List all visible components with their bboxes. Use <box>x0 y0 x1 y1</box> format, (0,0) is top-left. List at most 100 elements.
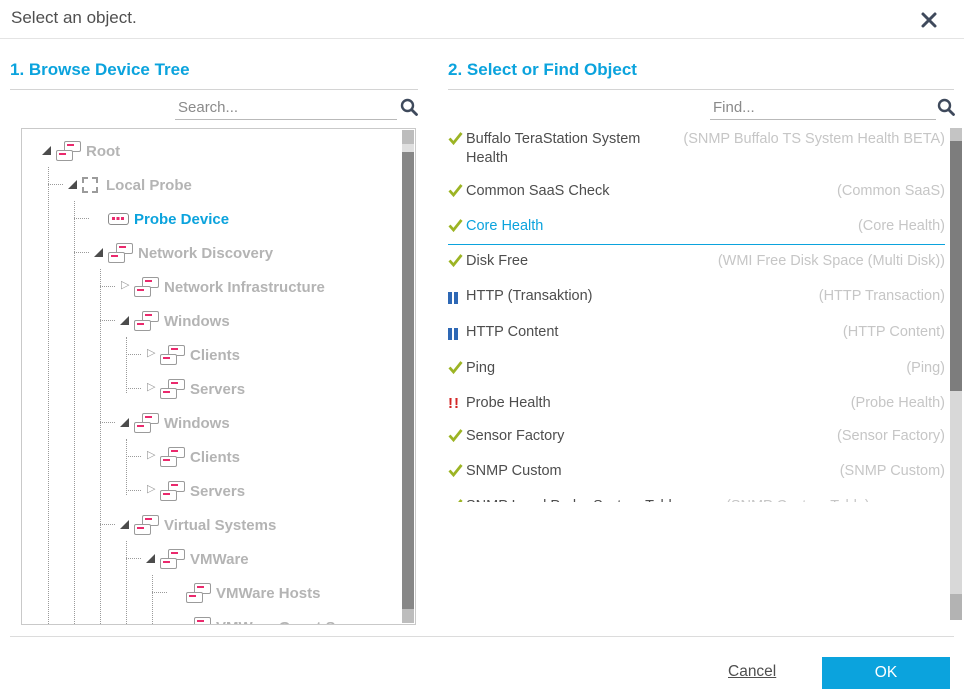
group-icon <box>160 447 185 467</box>
tree-node-vmware-guest[interactable]: VMWare Guest S <box>22 610 403 625</box>
group-icon <box>56 141 81 161</box>
status-paused-icon <box>448 288 466 309</box>
object-name: Ping <box>466 359 906 378</box>
object-type: (HTTP Transaction) <box>819 287 945 306</box>
cancel-button[interactable]: Cancel <box>728 663 776 681</box>
expand-open-icon[interactable] <box>118 314 134 328</box>
tree-node-label: Local Probe <box>106 177 192 194</box>
object-row-probe-health[interactable]: !! Probe Health (Probe Health) <box>448 394 945 413</box>
group-icon <box>186 617 211 625</box>
tree-node-label: Network Infrastructure <box>164 279 325 296</box>
object-list-scrollbar[interactable] <box>950 128 962 620</box>
object-name: Common SaaS Check <box>466 182 837 201</box>
object-name: Sensor Factory <box>466 427 837 446</box>
device-icon <box>108 213 129 225</box>
tree-scrollbar[interactable] <box>402 130 414 623</box>
find-icon <box>936 97 956 117</box>
object-row-core-health[interactable]: Core Health (Core Health) <box>448 217 945 245</box>
tree-node-servers[interactable]: Servers <box>22 372 403 406</box>
expand-closed-icon[interactable] <box>144 382 160 396</box>
tree-node-label: Servers <box>190 381 245 398</box>
status-ok-icon <box>448 428 466 448</box>
expand-spacer <box>170 586 186 600</box>
scrollbar-cap <box>402 609 414 623</box>
object-row-ping[interactable]: Ping (Ping) <box>448 359 945 380</box>
status-ok-icon <box>448 360 466 380</box>
tree-node-label: Virtual Systems <box>164 517 276 534</box>
tree-node-probe-device[interactable]: Probe Device <box>22 202 403 236</box>
find-input[interactable] <box>710 96 936 120</box>
tree-node-label: Servers <box>190 483 245 500</box>
expand-closed-icon[interactable] <box>144 484 160 498</box>
object-row-snmp-local-probe-table[interactable]: SNMP Local Probe System Table: hrDiskSto… <box>448 497 945 502</box>
tree-node-virtual-systems[interactable]: Virtual Systems <box>22 508 403 542</box>
object-row-disk-free[interactable]: Disk Free (WMI Free Disk Space (Multi Di… <box>448 252 945 273</box>
tree-node-windows[interactable]: Windows <box>22 406 403 440</box>
tree-node-windows[interactable]: Windows <box>22 304 403 338</box>
object-name: HTTP Content <box>466 323 843 342</box>
tree-node-root[interactable]: Root <box>22 134 403 168</box>
expand-closed-icon[interactable] <box>144 450 160 464</box>
probe-icon <box>82 177 98 193</box>
footer-divider <box>10 636 954 637</box>
tree-node-local-probe[interactable]: Local Probe <box>22 168 403 202</box>
object-row-http-transaktion[interactable]: HTTP (Transaktion) (HTTP Transaction) <box>448 287 945 309</box>
tree-node-label: Network Discovery <box>138 245 273 262</box>
expand-open-icon[interactable] <box>92 246 108 260</box>
object-type: (Ping) <box>906 359 945 378</box>
tree-node-label: Probe Device <box>134 211 229 228</box>
tree-node-network-infrastructure[interactable]: Network Infrastructure <box>22 270 403 304</box>
object-type: (Sensor Factory) <box>837 427 945 446</box>
expand-closed-icon[interactable] <box>144 348 160 362</box>
scrollbar-cap <box>950 594 962 620</box>
object-row-buffalo-terastation[interactable]: Buffalo TeraStation System Health (SNMP … <box>448 130 945 168</box>
object-type: (WMI Free Disk Space (Multi Disk)) <box>718 252 945 271</box>
group-icon <box>186 583 211 603</box>
group-icon <box>160 481 185 501</box>
group-icon <box>134 515 159 535</box>
object-row-snmp-custom[interactable]: SNMP Custom (SNMP Custom) <box>448 462 945 483</box>
scrollbar-thumb[interactable] <box>950 141 962 391</box>
device-tree-panel: Root Local Probe Probe Device Network Di… <box>21 128 416 625</box>
tree-node-label: VMWare Guest S <box>216 619 335 626</box>
status-ok-icon <box>448 463 466 483</box>
group-icon <box>160 379 185 399</box>
tree-node-label: Windows <box>164 415 230 432</box>
object-name: Buffalo TeraStation System Health <box>466 130 683 168</box>
tree-node-vmware-hosts[interactable]: VMWare Hosts <box>22 576 403 610</box>
status-ok-icon <box>448 183 466 203</box>
group-icon <box>160 549 185 569</box>
status-paused-icon <box>448 324 466 345</box>
object-name: SNMP Custom <box>466 462 840 481</box>
tree-node-servers[interactable]: Servers <box>22 474 403 508</box>
expand-open-icon[interactable] <box>118 518 134 532</box>
tree-node-clients[interactable]: Clients <box>22 338 403 372</box>
tree-node-network-discovery[interactable]: Network Discovery <box>22 236 403 270</box>
tree-node-vmware[interactable]: VMWare <box>22 542 403 576</box>
header-divider <box>0 38 964 39</box>
expand-open-icon[interactable] <box>144 552 160 566</box>
group-icon <box>134 413 159 433</box>
expand-open-icon[interactable] <box>118 416 134 430</box>
object-type: (Core Health) <box>858 217 945 236</box>
tree-node-label: Clients <box>190 347 240 364</box>
object-type: (Common SaaS) <box>837 182 945 201</box>
expand-closed-icon[interactable] <box>118 280 134 294</box>
object-type: (Probe Health) <box>851 394 945 413</box>
object-row-http-content[interactable]: HTTP Content (HTTP Content) <box>448 323 945 345</box>
expand-open-icon[interactable] <box>66 178 82 192</box>
group-icon <box>160 345 185 365</box>
search-input[interactable] <box>175 96 397 120</box>
object-row-sensor-factory[interactable]: Sensor Factory (Sensor Factory) <box>448 427 945 448</box>
status-error-icon: !! <box>448 395 466 412</box>
ok-button[interactable]: OK <box>822 657 950 689</box>
scrollbar-thumb[interactable] <box>402 152 414 612</box>
expand-open-icon[interactable] <box>40 144 56 158</box>
object-list: Buffalo TeraStation System Health (SNMP … <box>448 130 945 502</box>
close-icon[interactable] <box>918 9 940 31</box>
group-icon <box>108 243 133 263</box>
status-ok-icon <box>448 218 466 238</box>
object-name: Core Health <box>466 217 858 236</box>
object-row-common-saas-check[interactable]: Common SaaS Check (Common SaaS) <box>448 182 945 203</box>
tree-node-clients[interactable]: Clients <box>22 440 403 474</box>
